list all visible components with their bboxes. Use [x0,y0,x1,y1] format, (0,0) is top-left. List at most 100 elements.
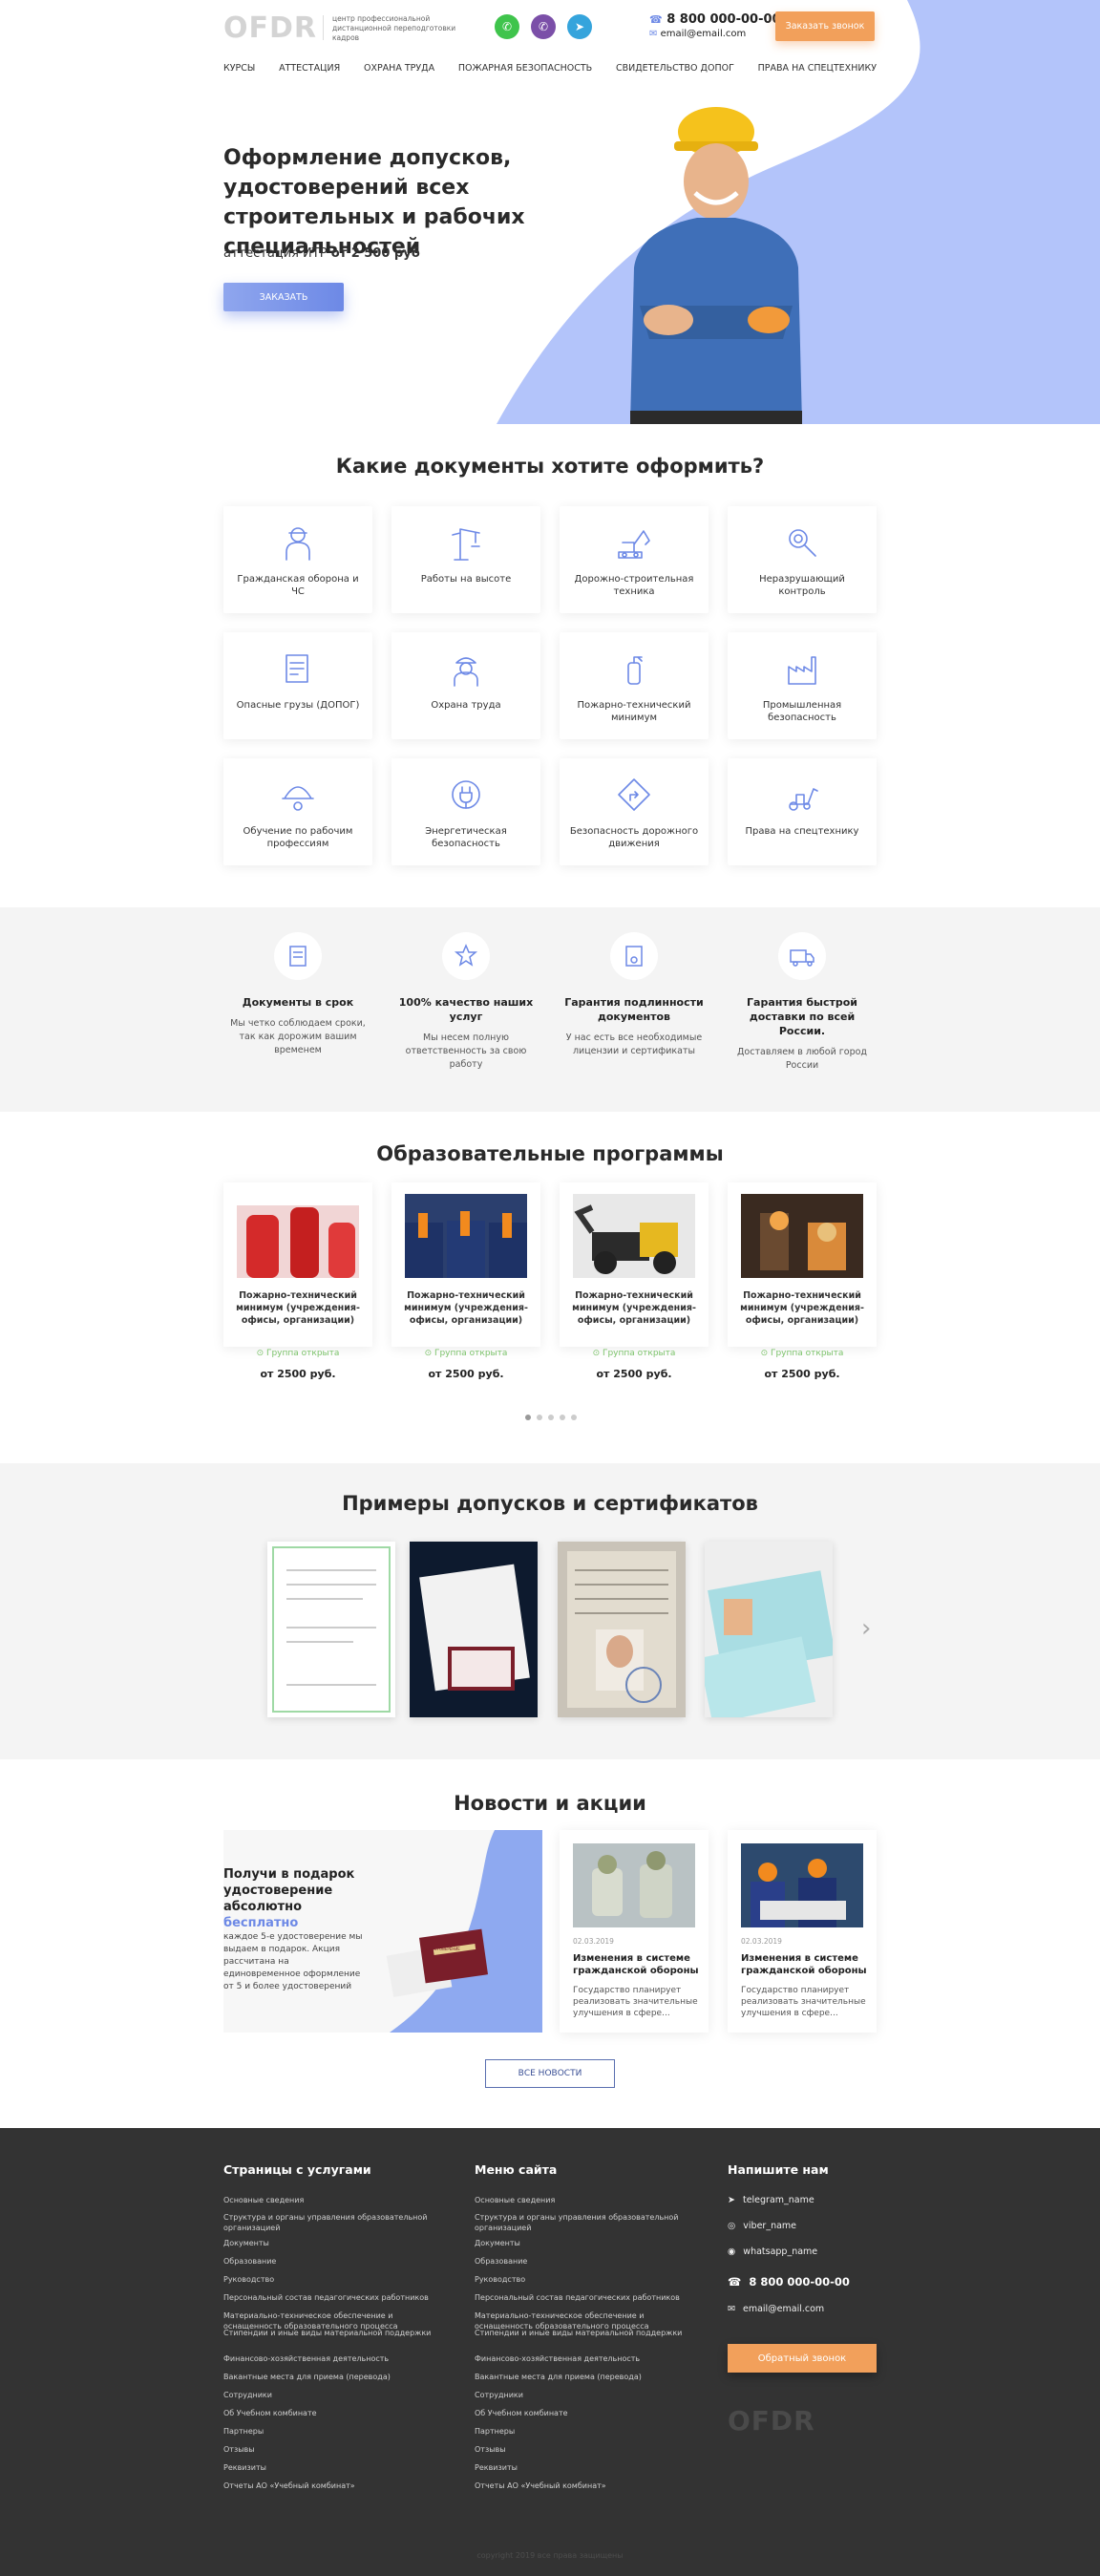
footer-link[interactable]: Финансово-хозяйственная деятельность [223,2353,443,2364]
program-image [405,1194,527,1278]
document-card-label: Пожарно-технический минимум [577,700,691,723]
mail-icon: ✉ [728,2304,735,2314]
worker-photo [630,107,802,424]
footer-link[interactable]: Руководство [475,2274,694,2285]
footer-link[interactable]: Основные сведения [475,2195,694,2205]
footer-link[interactable]: Сотрудники [223,2390,443,2400]
footer-link[interactable]: Об Учебном комбинате [475,2408,694,2418]
program-status-text: Группа открыта [602,1349,676,1358]
footer-link[interactable]: Персональный состав педагогических работ… [475,2292,694,2303]
certificates-heading: Примеры допусков и сертификатов [342,1492,758,1515]
footer-link[interactable]: Основные сведения [223,2195,443,2205]
news-card[interactable]: 02.03.2019 Изменения в системе гражданско… [728,1830,877,2033]
footer-link[interactable]: Документы [475,2238,694,2248]
document-card[interactable]: Неразрушающий контроль [728,506,877,613]
program-card[interactable]: Пожарно-технический минимум (учреждения-… [391,1182,540,1380]
footer-link[interactable]: Сотрудники [475,2390,694,2400]
footer-link[interactable]: Стипендии и иные виды материальной подде… [475,2328,694,2338]
document-card[interactable]: Опасные грузы (ДОПОГ) [223,632,372,739]
promo-highlight: бесплатно [223,1916,299,1930]
news-heading: Новости и акции [454,1792,646,1815]
footer-link[interactable]: Реквизиты [475,2462,694,2473]
features-section [0,907,1100,1112]
phone-icon: ☎ [728,2275,742,2289]
feature-title: Гарантия подлинности документов [564,996,704,1023]
footer-link[interactable]: Персональный состав педагогических работ… [223,2292,443,2303]
callback-button[interactable]: Обратный звонок [728,2344,877,2373]
footer-logo[interactable]: OFDR [728,2405,815,2437]
footer-link[interactable]: Стипендии и иные виды материальной подде… [223,2328,443,2338]
footer-link[interactable]: Образование [475,2256,694,2267]
footer-link[interactable]: Партнеры [475,2426,694,2437]
footer-link[interactable]: Вакантные места для приема (перевода) [475,2372,694,2382]
document-card[interactable]: Безопасность дорожного движения [560,758,709,865]
document-card[interactable]: Дорожно-строительная техника [560,506,709,613]
promo-text: каждое 5-е удостоверение мы выдаем в под… [223,1932,363,1991]
footer-link[interactable]: Реквизиты [223,2462,443,2473]
worker-icon [447,649,485,688]
promo-card[interactable]: УДОСТОВЕРЕНИЕ Получи в подарок удостовер… [223,1830,542,2033]
certificate-image[interactable] [705,1542,833,1717]
truck-icon [778,932,826,980]
footer-email[interactable]: ✉ email@email.com [728,2304,824,2314]
program-price: от 2500 руб. [428,1368,504,1380]
footer-link[interactable]: Отчеты АО «Учебный комбинат» [223,2480,443,2491]
document-card[interactable]: Обучение по рабочим профессиям [223,758,372,865]
news-title: Изменения в системе гражданской обороны [741,1953,867,1976]
nav-item-attestation[interactable]: АТТЕСТАЦИЯ [279,63,340,74]
nav-item-courses[interactable]: КУРСЫ [223,63,255,74]
program-status-text: Группа открыта [770,1349,844,1358]
program-card[interactable]: Пожарно-технический минимум (учреждения-… [223,1182,372,1380]
document-card[interactable]: Охрана труда [391,632,540,739]
document-card[interactable]: Энергетическая безопасность [391,758,540,865]
viber-name: viber_name [743,2221,797,2231]
footer-link[interactable]: Отзывы [223,2444,443,2455]
footer-link[interactable]: Структура и органы управления образовате… [223,2212,443,2233]
footer-link[interactable]: Вакантные места для приема (перевода) [223,2372,443,2382]
document-card[interactable]: Работы на высоте [391,506,540,613]
star-icon [442,932,490,980]
footer-link[interactable]: Финансово-хозяйственная деятельность [475,2353,694,2364]
footer-whatsapp[interactable]: ◉ whatsapp_name [728,2246,817,2257]
carousel-dot[interactable] [537,1415,542,1420]
chevron-right-icon[interactable]: › [861,1614,871,1643]
footer-link[interactable]: Отчеты АО «Учебный комбинат» [475,2480,694,2491]
footer-phone[interactable]: ☎ 8 800 000-00-00 [728,2275,850,2289]
nav-item-labor-safety[interactable]: ОХРАНА ТРУДА [364,63,434,74]
logo[interactable]: OFDR [223,11,317,45]
program-image [573,1194,695,1278]
footer-telegram[interactable]: ➤ telegram_name [728,2195,814,2205]
footer-viber[interactable]: ◎ viber_name [728,2221,796,2231]
footer-link[interactable]: Руководство [223,2274,443,2285]
clock-document-icon [274,932,322,980]
all-news-button[interactable]: ВСЕ НОВОСТИ [485,2059,615,2088]
program-card[interactable]: Пожарно-технический минимум (учреждения-… [560,1182,709,1380]
document-card[interactable]: Промышленная безопасность [728,632,877,739]
carousel-dot[interactable] [525,1415,531,1420]
tractor-icon [783,776,821,814]
document-card-label: Охрана труда [431,700,501,711]
footer-link[interactable]: Структура и органы управления образовате… [475,2212,694,2233]
site-footer: Страницы с услугами Меню сайта Напишите … [0,2128,1100,2576]
feature-title: Документы в срок [242,996,354,1009]
certificate-image[interactable] [267,1542,395,1717]
news-card[interactable]: 02.03.2019 Изменения в системе гражданско… [560,1830,709,2033]
document-card-label: Опасные грузы (ДОПОГ) [236,700,360,711]
document-card[interactable]: Гражданская оборона и ЧС [223,506,372,613]
footer-link[interactable]: Образование [223,2256,443,2267]
footer-link[interactable]: Отзывы [475,2444,694,2455]
carousel-dot[interactable] [548,1415,554,1420]
certificate-image[interactable] [410,1542,538,1717]
footer-link[interactable]: Партнеры [223,2426,443,2437]
document-card[interactable]: Права на спецтехнику [728,758,877,865]
footer-link[interactable]: Об Учебном комбинате [223,2408,443,2418]
certificate-image[interactable] [558,1542,686,1717]
program-card[interactable]: Пожарно-технический минимум (учреждения-… [728,1182,877,1380]
order-button[interactable]: ЗАКАЗАТЬ [223,283,344,311]
document-card[interactable]: Пожарно-технический минимум [560,632,709,739]
footer-link[interactable]: Документы [223,2238,443,2248]
news-date: 02.03.2019 [573,1937,614,1946]
carousel-dot[interactable] [571,1415,577,1420]
carousel-dot[interactable] [560,1415,565,1420]
program-status: ⊙ Группа открыта [223,1349,372,1358]
